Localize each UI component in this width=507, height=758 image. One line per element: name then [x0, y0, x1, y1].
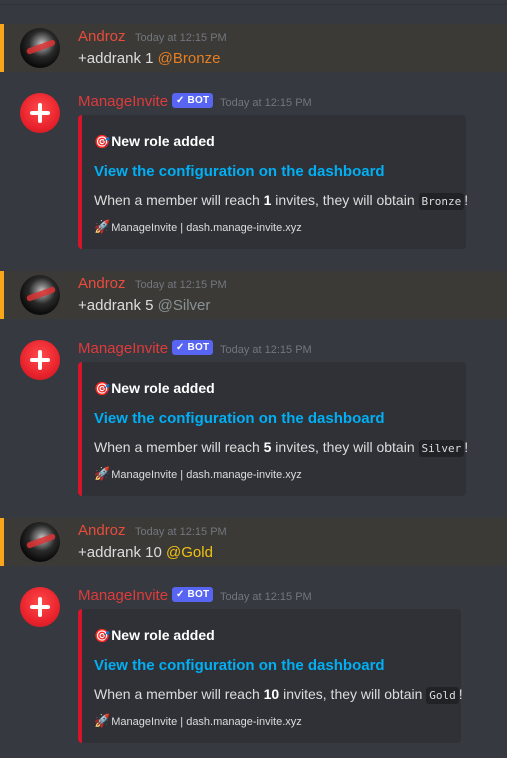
author-name[interactable]: ManageInvite — [78, 340, 168, 357]
command-text: +addrank 10 — [78, 544, 162, 561]
timestamp: Today at 12:15 PM — [135, 279, 227, 291]
timestamp: Today at 12:15 PM — [135, 526, 227, 538]
target-icon: 🎯 — [94, 628, 111, 643]
dashboard-link[interactable]: View the configuration on the dashboard — [94, 163, 385, 180]
author-name[interactable]: Androz — [78, 275, 126, 292]
author-name[interactable]: Androz — [78, 28, 126, 45]
bot-badge: ✓ BOT — [172, 93, 214, 108]
plus-icon — [30, 103, 50, 123]
embed-title: 🎯New role added — [94, 133, 215, 149]
timestamp: Today at 12:15 PM — [220, 97, 312, 109]
dashboard-link[interactable]: View the configuration on the dashboard — [94, 657, 385, 674]
message-androz-1[interactable]: Androz Today at 12:15 PM +addrank 1 @Bro… — [0, 24, 507, 72]
role-mention-bronze[interactable]: @Bronze — [158, 50, 221, 67]
bot-badge: ✓ BOT — [172, 587, 214, 602]
author-name[interactable]: ManageInvite — [78, 587, 168, 604]
embed-footer: 🚀ManageInvite | dash.manage-invite.xyz — [94, 466, 302, 481]
embed: 🎯New role added View the configuration o… — [78, 362, 469, 496]
bot-badge: ✓ BOT — [172, 340, 214, 355]
target-icon: 🎯 — [94, 381, 111, 396]
embed-title: 🎯New role added — [94, 380, 215, 396]
androz-avatar[interactable] — [20, 28, 60, 68]
role-code: Gold — [426, 687, 459, 704]
role-mention-gold[interactable]: @Gold — [166, 544, 213, 561]
embed-description: When a member will reach 5 invites, they… — [94, 439, 469, 457]
role-code: Silver — [418, 440, 465, 457]
timestamp: Today at 12:15 PM — [220, 591, 312, 603]
plus-icon — [30, 350, 50, 370]
timestamp: Today at 12:15 PM — [220, 344, 312, 356]
message-androz-3[interactable]: Androz Today at 12:15 PM +addrank 10 @Go… — [0, 518, 507, 566]
embed-description: When a member will reach 10 invites, the… — [94, 686, 463, 704]
message-content: +addrank 1 @Bronze — [78, 50, 220, 67]
embed-footer: 🚀ManageInvite | dash.manage-invite.xyz — [94, 713, 302, 728]
embed: 🎯New role added View the configuration o… — [78, 609, 463, 743]
author-name[interactable]: ManageInvite — [78, 93, 168, 110]
androz-avatar[interactable] — [20, 522, 60, 562]
manageinvite-avatar[interactable] — [20, 340, 60, 380]
rocket-icon: 🚀 — [94, 219, 111, 234]
role-code: Bronze — [418, 193, 465, 210]
message-content: +addrank 5 @Silver — [78, 297, 210, 314]
manageinvite-avatar[interactable] — [20, 93, 60, 133]
message-androz-2[interactable]: Androz Today at 12:15 PM +addrank 5 @Sil… — [0, 271, 507, 319]
target-icon: 🎯 — [94, 134, 111, 149]
command-text: +addrank 5 — [78, 297, 154, 314]
manageinvite-avatar[interactable] — [20, 587, 60, 627]
top-divider — [0, 0, 507, 10]
embed-footer: 🚀ManageInvite | dash.manage-invite.xyz — [94, 219, 302, 234]
rocket-icon: 🚀 — [94, 713, 111, 728]
command-text: +addrank 1 — [78, 50, 154, 67]
embed-description: When a member will reach 1 invites, they… — [94, 192, 469, 210]
rocket-icon: 🚀 — [94, 466, 111, 481]
embed: 🎯New role added View the configuration o… — [78, 115, 469, 249]
plus-icon — [30, 597, 50, 617]
dashboard-link[interactable]: View the configuration on the dashboard — [94, 410, 385, 427]
message-content: +addrank 10 @Gold — [78, 544, 213, 561]
androz-avatar[interactable] — [20, 275, 60, 315]
author-name[interactable]: Androz — [78, 522, 126, 539]
embed-title: 🎯New role added — [94, 627, 215, 643]
role-mention-silver[interactable]: @Silver — [158, 297, 211, 314]
timestamp: Today at 12:15 PM — [135, 32, 227, 44]
